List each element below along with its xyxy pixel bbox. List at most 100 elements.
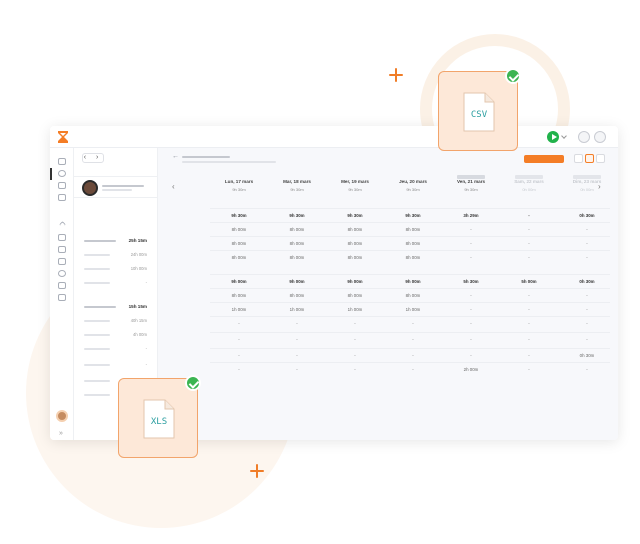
time-cell[interactable]: - [268,363,326,377]
time-cell[interactable]: - [500,289,558,303]
pin-icon[interactable] [58,270,66,277]
time-cell[interactable]: 9h 30m [210,209,268,223]
prev-week-button[interactable]: ‹ [172,182,175,191]
xls-export-card[interactable]: XLS [118,375,201,458]
time-cell[interactable]: 1h 00m [326,303,384,317]
time-cell[interactable]: - [442,303,500,317]
user-row[interactable] [74,176,158,198]
time-cell[interactable]: - [210,349,268,363]
time-cell[interactable]: 8h 00m [326,289,384,303]
time-cell[interactable]: - [500,209,558,223]
time-cell[interactable]: - [326,317,384,331]
time-cell[interactable]: 8h 00m [268,237,326,251]
time-cell[interactable]: - [442,251,500,265]
primary-action-button[interactable] [524,155,564,163]
time-cell[interactable]: 1h 00m [268,303,326,317]
time-cell[interactable]: 8h 00m [384,289,442,303]
time-cell[interactable]: - [326,363,384,377]
day-header[interactable]: Mar, 18 mars 9h 30m [268,174,326,200]
time-cell[interactable]: 8h 00m [268,289,326,303]
clock-icon[interactable] [58,170,66,177]
time-cell[interactable]: - [500,303,558,317]
team-icon[interactable] [58,194,66,201]
csv-export-card[interactable]: CSV [438,68,521,151]
grid-icon[interactable] [58,158,66,165]
time-cell[interactable]: 0h 30m [558,209,616,223]
avatar[interactable] [56,410,68,422]
time-cell[interactable]: 9h 00m [326,275,384,289]
day-header[interactable]: Sam, 22 mars 0h 00m [500,174,558,200]
time-cell[interactable]: - [500,333,558,347]
time-cell[interactable]: 8h 00m [210,223,268,237]
time-cell[interactable]: 5h 00m [500,275,558,289]
calendar-icon[interactable] [58,182,66,189]
time-cell[interactable]: - [326,349,384,363]
time-cell[interactable]: 9h 30m [268,209,326,223]
time-cell[interactable]: - [442,349,500,363]
time-cell[interactable]: 9h 00m [384,275,442,289]
chevron-up-icon[interactable] [58,220,67,229]
time-cell[interactable]: - [500,251,558,265]
time-cell[interactable]: 9h 30m [326,209,384,223]
time-cell[interactable]: 1h 00m [210,303,268,317]
time-cell[interactable]: - [558,223,616,237]
hourglass-logo[interactable] [56,130,70,144]
time-cell[interactable]: 8h 00m [384,237,442,251]
day-header[interactable]: Jeu, 20 mars 9h 30m [384,174,442,200]
building-icon[interactable] [58,234,66,241]
time-cell[interactable]: - [442,333,500,347]
briefcase-icon[interactable] [58,258,66,265]
time-cell[interactable]: - [558,251,616,265]
time-cell[interactable]: - [442,237,500,251]
time-cell[interactable]: - [210,363,268,377]
time-cell[interactable]: 8h 00m [326,237,384,251]
time-cell[interactable]: - [500,349,558,363]
time-cell[interactable]: - [500,363,558,377]
time-cell[interactable]: - [442,223,500,237]
chevron-down-icon[interactable] [561,133,567,139]
time-cell[interactable]: 9h 00m [268,275,326,289]
day-header[interactable]: Lun, 17 mars 9h 30m [210,174,268,200]
timer-icon[interactable] [578,131,590,143]
day-header[interactable]: Mer, 19 mars 9h 30m [326,174,384,200]
time-cell[interactable]: - [268,333,326,347]
time-cell[interactable]: 8h 00m [268,251,326,265]
expand-icon[interactable]: » [59,430,63,437]
time-cell[interactable]: - [558,237,616,251]
time-cell[interactable]: - [558,333,616,347]
time-cell[interactable]: 3h 29m [442,209,500,223]
time-cell[interactable]: 8h 00m [384,223,442,237]
time-cell[interactable]: - [268,349,326,363]
time-cell[interactable]: - [558,303,616,317]
time-cell[interactable]: 0h 30m [558,349,616,363]
time-cell[interactable]: - [210,333,268,347]
time-cell[interactable]: - [210,317,268,331]
time-cell[interactable]: - [384,317,442,331]
time-cell[interactable]: 8h 00m [268,223,326,237]
view-toggle-month[interactable] [596,154,605,163]
start-timer-button[interactable] [547,131,559,143]
time-cell[interactable]: - [326,333,384,347]
time-cell[interactable]: - [558,363,616,377]
day-header[interactable]: Dim, 23 mars 0h 00m [558,174,616,200]
time-cell[interactable]: 0h 30m [558,275,616,289]
time-cell[interactable]: 8h 00m [210,237,268,251]
view-toggle-week[interactable] [585,154,594,163]
time-cell[interactable]: 8h 00m [326,223,384,237]
day-header[interactable]: Ven, 21 mars 9h 30m [442,174,500,200]
time-cell[interactable]: - [500,317,558,331]
back-arrow-icon[interactable]: ← [172,153,179,160]
view-toggle-day[interactable] [574,154,583,163]
time-cell[interactable]: - [442,289,500,303]
time-cell[interactable]: 8h 00m [384,251,442,265]
time-cell[interactable]: 8h 00m [326,251,384,265]
time-cell[interactable]: - [384,363,442,377]
time-cell[interactable]: 5h 30m [442,275,500,289]
time-cell[interactable]: 8h 00m [210,251,268,265]
time-cell[interactable]: 9h 30m [384,209,442,223]
time-cell[interactable]: - [500,223,558,237]
period-nav-buttons[interactable]: ‹ › [82,153,104,163]
folder-icon[interactable] [58,246,66,253]
time-cell[interactable]: 1h 00m [384,303,442,317]
chart-icon[interactable] [594,131,606,143]
